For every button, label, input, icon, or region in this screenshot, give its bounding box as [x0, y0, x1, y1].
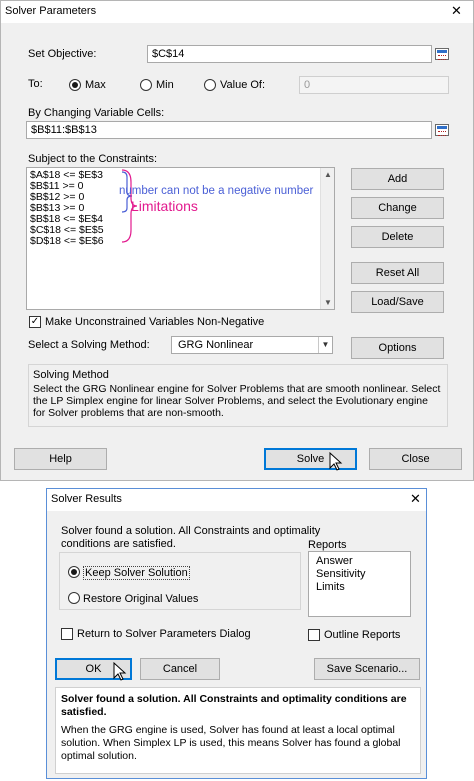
- solving-method-description: Select the GRG Nonlinear engine for Solv…: [33, 383, 441, 419]
- summary-title: Solver found a solution. All Constraints…: [61, 693, 407, 718]
- value-of-input[interactable]: 0: [299, 76, 449, 94]
- mouse-pointer-icon: [329, 452, 343, 471]
- value-of-label: Value Of:: [220, 79, 266, 91]
- close-icon[interactable]: ✕: [410, 491, 421, 507]
- status-message: Solver found a solution. All Constraints…: [61, 525, 321, 550]
- objective-cell-input[interactable]: $C$14: [147, 45, 432, 63]
- return-to-dialog-label: Return to Solver Parameters Dialog: [77, 628, 251, 640]
- scroll-up-icon[interactable]: ▲: [324, 170, 332, 179]
- solving-method-select[interactable]: GRG Nonlinear: [171, 336, 333, 354]
- add-button[interactable]: Add: [351, 168, 444, 190]
- solver-results-dialog: Solver Results ✕ Solver found a solution…: [46, 488, 427, 779]
- summary-panel: Solver found a solution. All Constraints…: [55, 687, 421, 774]
- report-item[interactable]: Limits: [316, 581, 345, 594]
- collapse-dialog-icon[interactable]: [435, 124, 449, 136]
- keep-solution-radio[interactable]: [68, 566, 80, 578]
- solver-results-titlebar: Solver Results ✕: [47, 489, 426, 511]
- close-icon[interactable]: ✕: [451, 3, 462, 19]
- collapse-dialog-icon[interactable]: [435, 48, 449, 60]
- restore-values-label: Restore Original Values: [83, 593, 199, 605]
- solver-parameters-titlebar: Solver Parameters ✕: [1, 1, 473, 23]
- solving-method-label: Select a Solving Method:: [28, 339, 150, 351]
- return-to-dialog-checkbox[interactable]: [61, 628, 73, 640]
- load-save-button[interactable]: Load/Save: [351, 291, 444, 313]
- reports-label: Reports: [308, 539, 347, 551]
- reports-list[interactable]: Answer Sensitivity Limits: [308, 551, 411, 617]
- make-nonnegative-checkbox[interactable]: ✓: [29, 316, 41, 328]
- options-button[interactable]: Options: [351, 337, 444, 359]
- cancel-button[interactable]: Cancel: [140, 658, 220, 680]
- changing-cells-input[interactable]: $B$11:$B$13: [26, 121, 432, 139]
- delete-button[interactable]: Delete: [351, 226, 444, 248]
- keep-solution-label: Keep Solver Solution: [83, 566, 190, 580]
- constraints-list[interactable]: $A$18 <= $E$3 $B$11 >= 0 $B$12 >= 0 $B$1…: [26, 167, 335, 310]
- save-scenario-button[interactable]: Save Scenario...: [314, 658, 420, 680]
- help-button[interactable]: Help: [14, 448, 107, 470]
- min-label: Min: [156, 79, 174, 91]
- chevron-down-icon[interactable]: ▼: [318, 337, 332, 353]
- make-nonnegative-label: Make Unconstrained Variables Non-Negativ…: [45, 316, 265, 328]
- max-radio[interactable]: [69, 79, 81, 91]
- constraints-label: Subject to the Constraints:: [28, 153, 158, 165]
- min-radio[interactable]: [140, 79, 152, 91]
- outline-reports-label: Outline Reports: [324, 629, 401, 641]
- scroll-down-icon[interactable]: ▼: [324, 298, 332, 307]
- value-of-radio[interactable]: [204, 79, 216, 91]
- close-button[interactable]: Close: [369, 448, 462, 470]
- max-label: Max: [85, 79, 106, 91]
- restore-values-radio[interactable]: [68, 592, 80, 604]
- set-objective-label: Set Objective:: [28, 48, 97, 60]
- to-label: To:: [28, 78, 43, 90]
- constraints-scrollbar[interactable]: ▲ ▼: [320, 168, 334, 309]
- non-negative-annotation: number can not be a negative number: [119, 185, 314, 197]
- mouse-pointer-icon: [113, 662, 127, 681]
- solver-parameters-dialog: Solver Parameters ✕ Set Objective: $C$14…: [0, 0, 474, 481]
- reset-all-button[interactable]: Reset All: [351, 262, 444, 284]
- change-button[interactable]: Change: [351, 197, 444, 219]
- solve-button[interactable]: Solve: [264, 448, 357, 470]
- changing-cells-label: By Changing Variable Cells:: [28, 107, 165, 119]
- solving-method-group-title: Solving Method: [33, 369, 109, 381]
- outline-reports-checkbox[interactable]: [308, 629, 320, 641]
- report-item[interactable]: Sensitivity: [316, 568, 366, 581]
- solver-results-title: Solver Results: [51, 493, 122, 505]
- solver-parameters-title: Solver Parameters: [5, 5, 97, 17]
- summary-body: When the GRG engine is used, Solver has …: [61, 724, 401, 762]
- limitations-annotation: Limitations: [131, 198, 198, 214]
- report-item[interactable]: Answer: [316, 555, 353, 568]
